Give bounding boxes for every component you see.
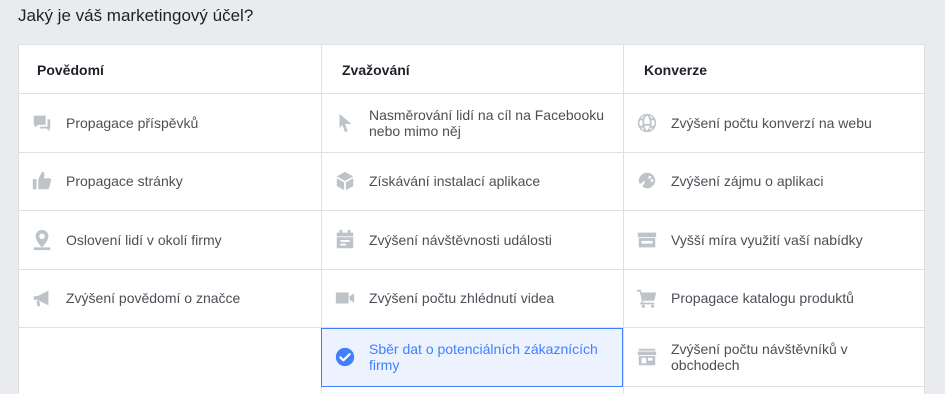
objective-panel: Povědomí Propagace příspěvků Propagace s… <box>18 44 925 394</box>
objective-label: Získávání instalací aplikace <box>369 173 541 190</box>
objective-label: Zvýšení zájmu o aplikaci <box>671 173 824 190</box>
objective-label: Nasměrování lidí na cíl na Facebooku neb… <box>369 106 605 139</box>
column-conversion: Konverze Zvýšení počtu konverzí na webu … <box>623 45 925 394</box>
calendar-icon <box>333 228 357 252</box>
store-icon <box>635 345 659 369</box>
app-box-icon <box>333 169 357 193</box>
objective-traffic[interactable]: Nasměrování lidí na cíl na Facebooku neb… <box>322 94 623 153</box>
objective-label: Zvýšení povědomí o značce <box>66 290 241 307</box>
objective-label: Zvýšení počtu návštěvníků v obchodech <box>671 340 848 373</box>
objective-app-installs[interactable]: Získávání instalací aplikace <box>322 153 623 211</box>
objective-event-responses[interactable]: Zvýšení návštěvnosti události <box>322 211 623 270</box>
column-heading-awareness: Povědomí <box>19 45 321 94</box>
objective-label: Sběr dat o potenciálních zákaznících fir… <box>369 341 598 374</box>
objective-label: Oslovení lidí v okolí firmy <box>66 231 222 248</box>
objective-brand-awareness[interactable]: Zvýšení povědomí o značce <box>19 270 321 328</box>
column-awareness: Povědomí Propagace příspěvků Propagace s… <box>19 45 321 394</box>
video-camera-icon <box>333 286 357 310</box>
page-question: Jaký je váš marketingový účel? <box>18 6 254 25</box>
megaphone-icon <box>30 286 54 310</box>
column-heading-consideration: Zvažování <box>322 45 623 94</box>
column-heading-conversion: Konverze <box>624 45 925 94</box>
offer-icon <box>635 228 659 252</box>
location-pin-icon <box>30 228 54 252</box>
column-consideration: Zvažování Nasměrování lidí na cíl na Fac… <box>321 45 623 394</box>
objective-label: Propagace katalogu produktů <box>671 290 854 307</box>
post-boost-icon <box>30 111 54 135</box>
objective-website-conversions[interactable]: Zvýšení počtu konverzí na webu <box>624 94 925 153</box>
objective-offer-claims[interactable]: Vyšší míra využití vaší nabídky <box>624 211 925 270</box>
objective-promote-page[interactable]: Propagace stránky <box>19 153 321 211</box>
objective-app-engagement[interactable]: Zvýšení zájmu o aplikaci <box>624 153 925 211</box>
shopping-cart-icon <box>635 286 659 310</box>
cursor-icon <box>333 111 357 135</box>
objective-label: Zvýšení počtu zhlédnutí videa <box>369 290 555 307</box>
objective-local-reach[interactable]: Oslovení lidí v okolí firmy <box>19 211 321 270</box>
objective-label: Propagace stránky <box>66 173 183 190</box>
globe-icon <box>635 111 659 135</box>
objective-label: Vyšší míra využití vaší nabídky <box>671 231 863 248</box>
objective-lead-generation[interactable]: Sběr dat o potenciálních zákaznících fir… <box>321 328 623 387</box>
objective-catalog-sales[interactable]: Propagace katalogu produktů <box>624 270 925 328</box>
objective-label: Propagace příspěvků <box>66 114 199 131</box>
check-circle-icon <box>333 345 357 369</box>
thumbs-up-icon <box>30 169 54 193</box>
objective-label: Zvýšení počtu konverzí na webu <box>671 114 872 131</box>
objective-video-views[interactable]: Zvýšení počtu zhlédnutí videa <box>322 270 623 328</box>
objective-label: Zvýšení návštěvnosti události <box>369 231 552 248</box>
objective-store-visits[interactable]: Zvýšení počtu návštěvníků v obchodech <box>624 328 925 387</box>
objective-boost-posts[interactable]: Propagace příspěvků <box>19 94 321 153</box>
gamepad-icon <box>635 169 659 193</box>
